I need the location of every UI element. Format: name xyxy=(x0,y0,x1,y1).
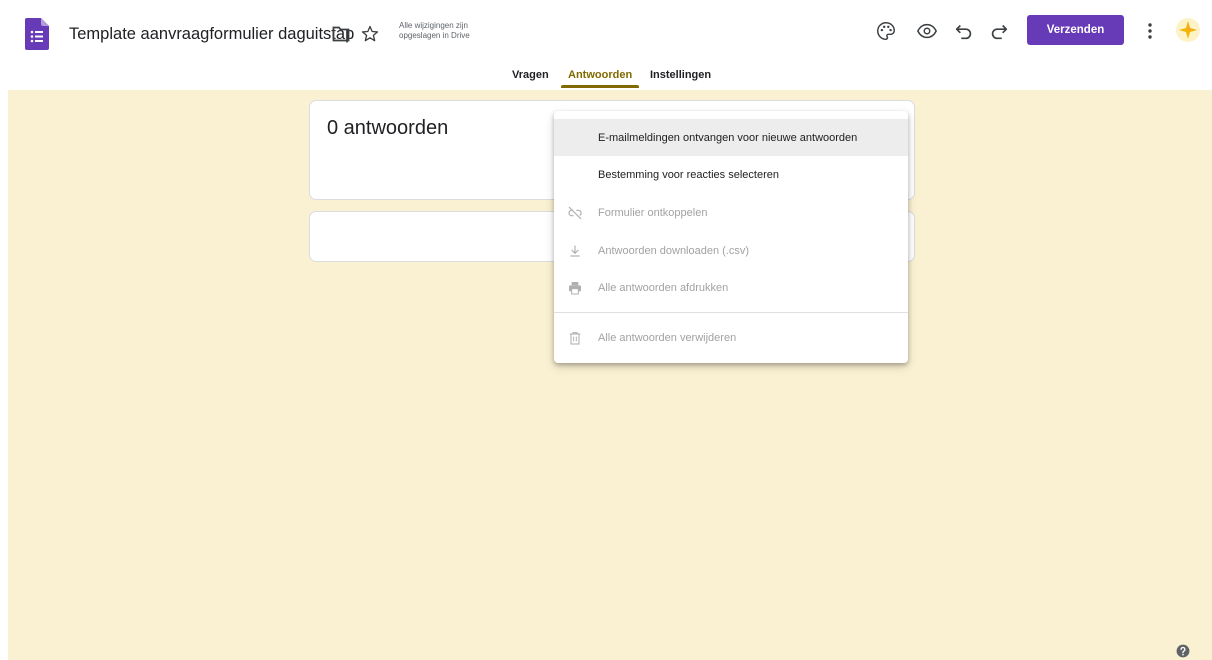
tab-questions[interactable]: Vragen xyxy=(512,66,549,90)
print-icon xyxy=(569,281,581,294)
more-vert-icon[interactable] xyxy=(1146,21,1154,41)
help-icon[interactable] xyxy=(1176,644,1190,658)
document-title[interactable]: Template aanvraagformulier daguitstap xyxy=(69,25,354,44)
menu-item-print-responses: Alle antwoorden afdrukken xyxy=(554,269,908,306)
menu-item-select-destination[interactable]: Bestemming voor reacties selecteren xyxy=(554,156,908,193)
palette-icon[interactable] xyxy=(875,20,897,42)
menu-divider xyxy=(554,312,908,313)
star-icon[interactable] xyxy=(360,24,380,44)
menu-item-label: Alle antwoorden verwijderen xyxy=(598,331,737,344)
response-count-heading: 0 antwoorden xyxy=(327,117,449,139)
menu-item-label: E-mailmeldingen ontvangen voor nieuwe an… xyxy=(598,131,858,144)
menu-item-download-csv: Antwoorden downloaden (.csv) xyxy=(554,232,908,269)
save-status-line-2: opgeslagen in Drive xyxy=(399,31,470,40)
preview-eye-icon[interactable] xyxy=(916,20,938,42)
undo-icon[interactable] xyxy=(953,20,975,42)
top-bar: Template aanvraagformulier daguitstap Al… xyxy=(0,0,1212,62)
link-off-icon xyxy=(568,206,582,219)
menu-item-label: Alle antwoorden afdrukken xyxy=(598,281,729,294)
send-button[interactable]: Verzenden xyxy=(1027,15,1124,45)
folder-icon[interactable] xyxy=(332,26,350,42)
responses-more-menu: E-mailmeldingen ontvangen voor nieuwe an… xyxy=(554,111,908,363)
menu-item-label: Antwoorden downloaden (.csv) xyxy=(598,244,750,257)
save-status: Alle wijzigingen zijn opgeslagen in Driv… xyxy=(399,21,470,41)
active-tab-indicator xyxy=(561,85,639,88)
account-avatar-icon[interactable] xyxy=(1175,17,1201,43)
download-icon xyxy=(570,245,580,257)
redo-icon[interactable] xyxy=(988,20,1010,42)
menu-item-email-notifications[interactable]: E-mailmeldingen ontvangen voor nieuwe an… xyxy=(554,119,908,156)
menu-item-label: Bestemming voor reacties selecteren xyxy=(598,168,779,181)
forms-app-icon[interactable] xyxy=(25,18,49,50)
menu-item-label: Formulier ontkoppelen xyxy=(598,206,708,219)
save-status-line-1: Alle wijzigingen zijn xyxy=(399,21,468,30)
menu-item-unlink-form: Formulier ontkoppelen xyxy=(554,194,908,231)
tab-settings[interactable]: Instellingen xyxy=(650,66,711,90)
trash-icon xyxy=(569,331,581,345)
menu-item-delete-all-responses: Alle antwoorden verwijderen xyxy=(554,319,908,356)
